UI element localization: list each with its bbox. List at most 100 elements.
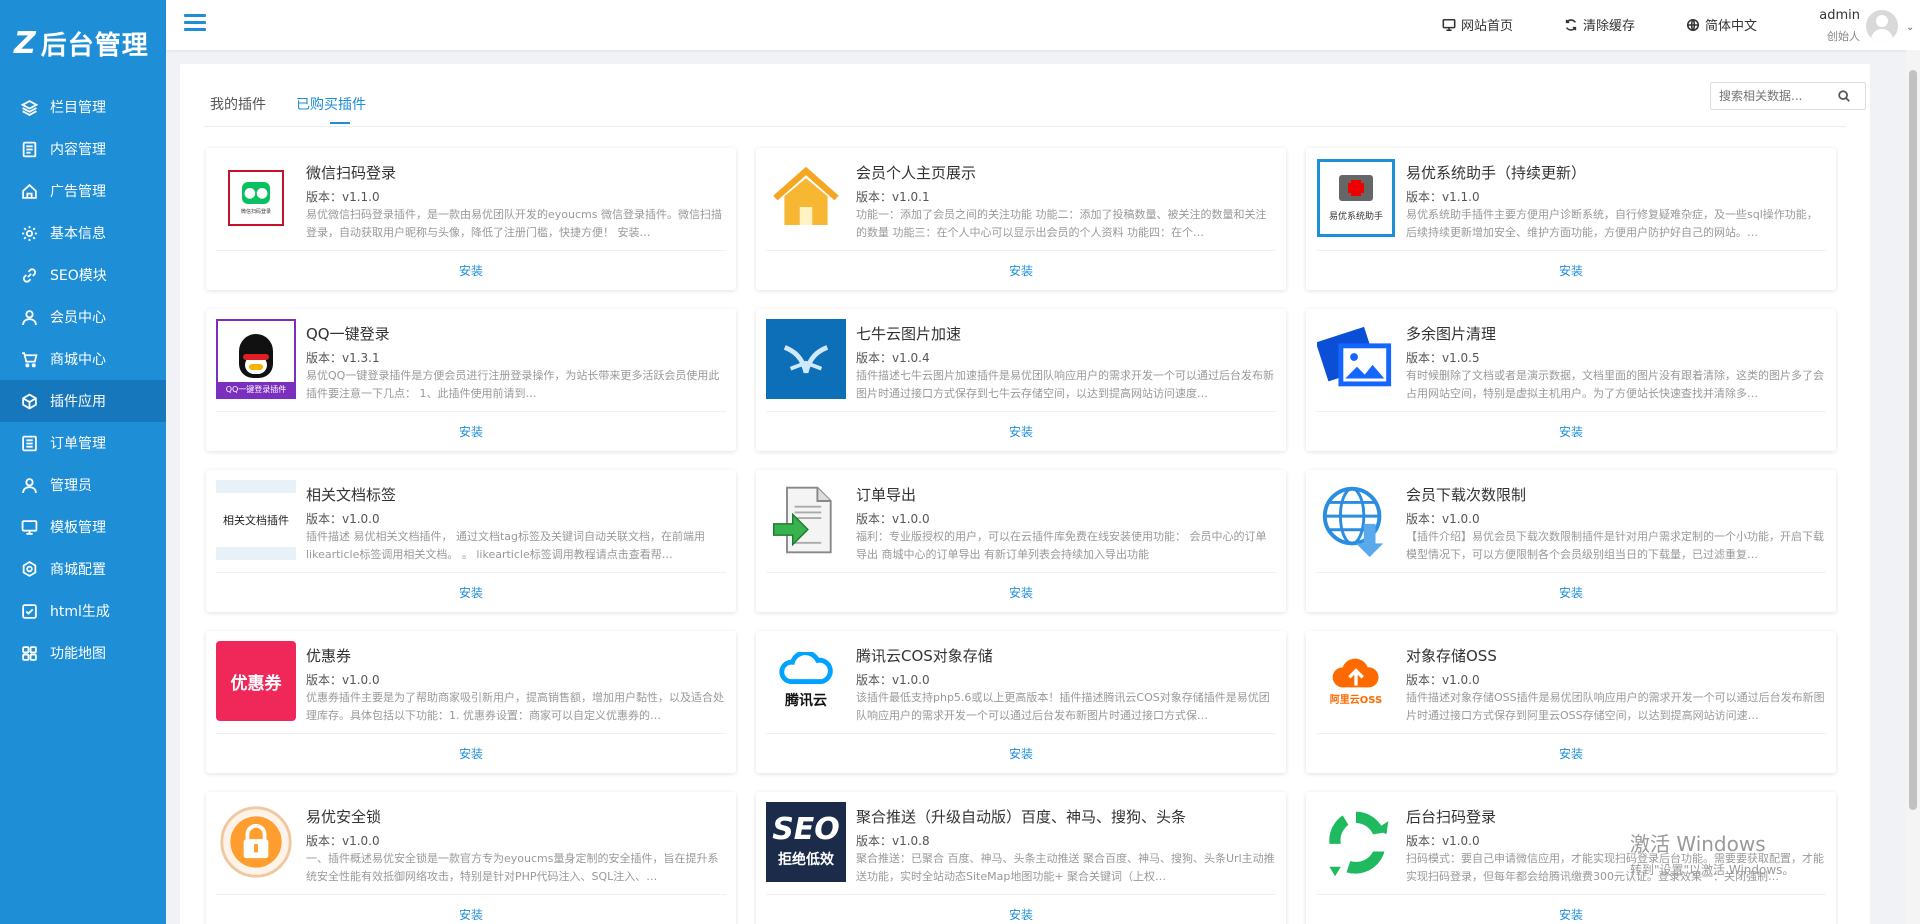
plugin-thumbnail	[766, 319, 846, 399]
plugin-title: 相关文档标签	[306, 486, 397, 504]
sidebar-item-label: 插件应用	[50, 394, 106, 410]
search-icon[interactable]	[1837, 89, 1851, 103]
install-button[interactable]: 安装	[756, 262, 1286, 279]
admin-icon	[20, 476, 38, 494]
install-button[interactable]: 安装	[1306, 262, 1836, 279]
sidebar-item-label: 商城配置	[50, 562, 106, 578]
plugin-description: 易优QQ一键登录插件是方便会员进行注册登录操作，为站长带来更多活跃会员使用此插件…	[306, 369, 720, 400]
card-divider	[766, 733, 1276, 734]
app-logo[interactable]: Z 后台管理	[0, 0, 166, 86]
plugin-description: 有时候删除了文档或者是演示数据，文档里面的图片没有跟着清除，这类的图片多了会占用…	[1406, 369, 1824, 400]
sidebar-item-5[interactable]: SEO模块	[0, 254, 166, 296]
plugin-thumbnail	[1316, 480, 1396, 560]
install-button[interactable]: 安装	[756, 584, 1286, 601]
card-divider	[1316, 411, 1826, 412]
plugin-version: 版本：v1.3.1	[306, 351, 380, 365]
avatar[interactable]	[1866, 10, 1898, 42]
plugin-version: 版本：v1.0.0	[1406, 834, 1480, 848]
plugin-title: 会员下载次数限制	[1406, 486, 1527, 504]
logo-text: 后台管理	[40, 30, 149, 61]
sidebar-item-label: 会员中心	[50, 310, 106, 326]
card-divider	[216, 411, 726, 412]
sidebar-item-label: SEO模块	[50, 268, 107, 284]
user-name[interactable]: admin	[1790, 8, 1860, 23]
plugin-thumbnail: SEO 拒绝低效	[766, 802, 846, 882]
site-home-link[interactable]: 网站首页	[1442, 15, 1513, 34]
install-button[interactable]: 安装	[206, 262, 736, 279]
sidebar-item-9[interactable]: 订单管理	[0, 422, 166, 464]
check-square-icon	[20, 602, 38, 620]
plugin-version: 版本：v1.0.0	[306, 673, 380, 687]
language-switch[interactable]: 简体中文	[1686, 15, 1757, 34]
install-button[interactable]: 安装	[1306, 584, 1836, 601]
document-icon	[20, 140, 38, 158]
plugin-card: 腾讯云 腾讯云COS对象存储 版本：v1.0.0 该插件最低支持php5.6或以上更高…	[756, 631, 1286, 773]
install-button[interactable]: 安装	[1306, 906, 1836, 923]
plugin-title: 多余图片清理	[1406, 325, 1497, 343]
gear-icon	[20, 224, 38, 242]
sidebar-item-8[interactable]: 插件应用	[0, 380, 166, 422]
globe-icon	[1686, 18, 1700, 31]
monitor-icon	[20, 518, 38, 536]
scrollbar-thumb[interactable]	[1909, 70, 1917, 810]
sidebar-item-3[interactable]: 广告管理	[0, 170, 166, 212]
plugin-thumbnail: 优惠券	[216, 641, 296, 721]
install-button[interactable]: 安装	[756, 906, 1286, 923]
page-scrollbar[interactable]	[1906, 50, 1920, 924]
install-button[interactable]: 安装	[756, 745, 1286, 762]
plugin-title: 易优系统助手（持续更新）	[1406, 164, 1587, 182]
sidebar-item-label: 模板管理	[50, 520, 106, 536]
install-button[interactable]: 安装	[206, 423, 736, 440]
install-button[interactable]: 安装	[1306, 423, 1836, 440]
plugin-version: 版本：v1.0.0	[856, 673, 930, 687]
sidebar-item-10[interactable]: 管理员	[0, 464, 166, 506]
menu-toggle-icon[interactable]	[184, 14, 206, 34]
sidebar-item-6[interactable]: 会员中心	[0, 296, 166, 338]
install-button[interactable]: 安装	[206, 584, 736, 601]
sidebar-item-13[interactable]: html生成	[0, 590, 166, 632]
plugin-description: 一、插件概述易优安全锁是一款官方专为eyoucms量身定制的安全插件，旨在提升系…	[306, 852, 719, 883]
plugin-title: 会员个人主页展示	[856, 164, 977, 182]
tab-my-plugins[interactable]: 我的插件	[210, 82, 266, 122]
plugin-thumbnail: 腾讯云	[766, 641, 846, 721]
tab-purchased-plugins[interactable]: 已购买插件	[296, 82, 366, 124]
layers-icon	[20, 98, 38, 116]
sidebar-item-11[interactable]: 模板管理	[0, 506, 166, 548]
sidebar-item-label: 订单管理	[50, 436, 106, 452]
sidebar-item-7[interactable]: 商城中心	[0, 338, 166, 380]
sidebar-item-1[interactable]: 栏目管理	[0, 86, 166, 128]
plugin-description: 插件描述七牛云图片加速插件是易优团队响应用户的需求开发一个可以通过后台发布新图片…	[856, 369, 1274, 400]
tab-divider	[204, 126, 1846, 127]
plugin-title: 微信扫码登录	[306, 164, 397, 182]
plugin-card: 七牛云图片加速 版本：v1.0.4 插件描述七牛云图片加速插件是易优团队响应用户的需…	[756, 309, 1286, 451]
plugin-version: 版本：v1.1.0	[1406, 190, 1480, 204]
install-button[interactable]: 安装	[206, 745, 736, 762]
settings-icon	[20, 560, 38, 578]
logo-mark-icon: Z	[14, 25, 37, 61]
sidebar-item-12[interactable]: 商城配置	[0, 548, 166, 590]
chevron-down-icon[interactable]: ⌄	[1906, 22, 1914, 33]
plugin-version: 版本：v1.0.0	[306, 834, 380, 848]
plugin-card: 会员个人主页展示版本：v1.0.1 功能一：添加了会员之间的关注功能 功能二：添加…	[756, 148, 1286, 290]
plugin-thumbnail	[1316, 802, 1396, 882]
card-divider	[1316, 894, 1826, 895]
cube-icon	[20, 392, 38, 410]
plugin-card: 易优系统助手 易优系统助手（持续更新） 版本：v1.1.0 易优系统助手插件主要方便用…	[1306, 148, 1836, 290]
plugin-version: 版本：v1.0.1	[856, 190, 930, 204]
install-button[interactable]: 安装	[756, 423, 1286, 440]
plugin-description: 插件描述对象存储OSS插件是易优团队响应用户的需求开发一个可以通过后台发布新图片…	[1406, 691, 1825, 722]
plugin-description: 功能一：添加了会员之间的关注功能 功能二：添加了投稿数量、被关注的数量和关注的数…	[856, 208, 1267, 239]
search-input[interactable]	[1711, 89, 1837, 103]
plugin-thumbnail	[766, 158, 846, 238]
sidebar-item-4[interactable]: 基本信息	[0, 212, 166, 254]
plugin-thumbnail	[1316, 319, 1396, 399]
monitor-icon	[1442, 18, 1456, 31]
sidebar-item-label: 功能地图	[50, 646, 106, 662]
install-button[interactable]: 安装	[1306, 745, 1836, 762]
grid-icon	[20, 644, 38, 662]
install-button[interactable]: 安装	[206, 906, 736, 923]
plugin-panel: 我的插件 已购买插件 ●●微信扫码登录微信扫码登录版本：v1.1.0 易优微信扫码…	[180, 64, 1870, 924]
sidebar-item-14[interactable]: 功能地图	[0, 632, 166, 674]
sidebar-item-2[interactable]: 内容管理	[0, 128, 166, 170]
clear-cache-button[interactable]: 清除缓存	[1564, 15, 1635, 34]
